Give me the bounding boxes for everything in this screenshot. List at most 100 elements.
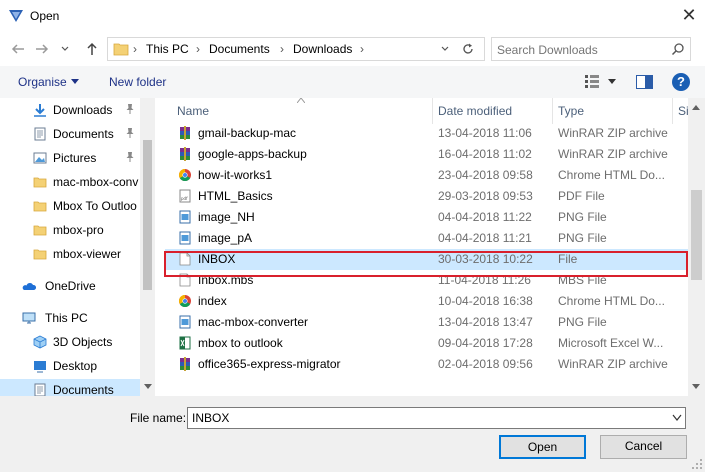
- file-type: WinRAR ZIP archive: [558, 126, 668, 140]
- file-type: Chrome HTML Do...: [558, 168, 665, 182]
- back-arrow-icon[interactable]: [10, 41, 26, 57]
- breadcrumb-separator: ›: [196, 42, 200, 56]
- file-row[interactable]: how-it-works1 23-04-2018 09:58 Chrome HTML…: [165, 165, 688, 186]
- file-row[interactable]: mbox to outlook 09-04-2018 17:28 Microsoft…: [165, 333, 688, 354]
- chevron-down-icon[interactable]: [70, 78, 80, 86]
- pin-icon[interactable]: [125, 127, 135, 142]
- breadcrumb-separator: ›: [360, 42, 364, 56]
- file-name: how-it-works1: [198, 168, 273, 182]
- file-type: Chrome HTML Do...: [558, 294, 665, 308]
- file-type: PDF File: [558, 189, 605, 203]
- chevron-up-icon[interactable]: [692, 104, 700, 110]
- organise-button[interactable]: Organise: [18, 75, 67, 89]
- file-type: PNG File: [558, 231, 607, 245]
- open-button-label: Open: [527, 440, 558, 454]
- sidebar-item-mbox-to-outloo[interactable]: Mbox To Outloo: [0, 195, 140, 217]
- file-row[interactable]: google-apps-backup 16-04-2018 11:02 WinRAR…: [165, 144, 688, 165]
- sidebar-item-desktop[interactable]: Desktop: [0, 355, 140, 377]
- address-dropdown-icon[interactable]: [440, 43, 450, 55]
- file-row[interactable]: image_NH 04-04-2018 11:22 PNG File: [165, 207, 688, 228]
- sidebar-item-pictures[interactable]: Pictures: [0, 147, 140, 169]
- file-type: WinRAR ZIP archive: [558, 357, 668, 371]
- file-type: WinRAR ZIP archive: [558, 147, 668, 161]
- winrar-icon: [178, 357, 192, 372]
- sidebar-scrollbar[interactable]: [140, 98, 155, 396]
- excel-icon: [178, 336, 192, 351]
- up-arrow-icon[interactable]: [84, 41, 100, 57]
- breadcrumb-this-pc[interactable]: This PC: [146, 42, 189, 56]
- sidebar-item-label: This PC: [45, 311, 88, 325]
- breadcrumb-downloads[interactable]: Downloads: [293, 42, 352, 56]
- file-name: HTML_Basics: [198, 189, 273, 203]
- file-date-modified: 09-04-2018 17:28: [438, 336, 533, 350]
- file-row[interactable]: image_pA 04-04-2018 11:21 PNG File: [165, 228, 688, 249]
- file-date-modified: 04-04-2018 11:22: [438, 210, 532, 224]
- sidebar-item-mbox-viewer[interactable]: mbox-viewer: [0, 243, 140, 265]
- sidebar-item-mbox-pro[interactable]: mbox-pro: [0, 219, 140, 241]
- file-row[interactable]: pdf HTML_Basics 29-03-2018 09:53 PDF File: [165, 186, 688, 207]
- file-row[interactable]: gmail-backup-mac 13-04-2018 11:06 WinRAR Z…: [165, 123, 688, 144]
- file-name: mac-mbox-converter: [198, 315, 309, 329]
- sidebar-item-label: Documents: [53, 127, 114, 141]
- cancel-button[interactable]: Cancel: [600, 435, 687, 459]
- help-icon[interactable]: ?: [672, 73, 690, 91]
- pin-icon[interactable]: [125, 103, 135, 118]
- file-row[interactable]: mac-mbox-converter 13-04-2018 13:47 PNG Fi…: [165, 312, 688, 333]
- chrome-icon: [178, 168, 192, 183]
- address-bar[interactable]: › This PC › Documents › Downloads ›: [107, 37, 485, 61]
- sidebar-item-onedrive[interactable]: OneDrive: [0, 275, 140, 297]
- chevron-down-icon[interactable]: [144, 384, 152, 390]
- search-box[interactable]: [491, 37, 691, 61]
- file-name: office365-express-migrator: [198, 357, 341, 371]
- 3d-objects-icon: [33, 335, 47, 349]
- sidebar-item-this-pc[interactable]: This PC: [0, 307, 140, 329]
- search-input[interactable]: [495, 40, 669, 60]
- file-date-modified: 29-03-2018 09:53: [438, 189, 533, 203]
- desktop-icon: [33, 359, 47, 373]
- pin-icon[interactable]: [125, 151, 135, 166]
- chevron-down-icon[interactable]: [60, 42, 70, 56]
- file-name: gmail-backup-mac: [198, 126, 297, 140]
- sidebar-item-3d-objects[interactable]: 3D Objects: [0, 331, 140, 353]
- file-name-value[interactable]: INBOX: [192, 411, 229, 425]
- window-title: Open: [30, 9, 60, 23]
- sidebar-item-documents[interactable]: Documents: [0, 379, 140, 396]
- view-options-icon[interactable]: [585, 75, 599, 88]
- file-list-scroll-thumb[interactable]: [691, 190, 702, 280]
- chevron-down-icon[interactable]: [692, 384, 700, 390]
- highlight-annotation: [164, 251, 688, 277]
- file-date-modified: 02-04-2018 09:56: [438, 357, 533, 371]
- sidebar-item-label: Pictures: [53, 151, 97, 165]
- file-row[interactable]: office365-express-migrator 02-04-2018 09:…: [165, 354, 688, 375]
- file-row[interactable]: index 10-04-2018 16:38 Chrome HTML Do...: [165, 291, 688, 312]
- forward-arrow-icon[interactable]: [34, 41, 50, 57]
- breadcrumb-documents[interactable]: Documents: [209, 42, 270, 56]
- search-icon[interactable]: [671, 42, 685, 56]
- cancel-button-label: Cancel: [624, 439, 663, 453]
- sort-ascending-icon: [297, 98, 305, 103]
- winrar-icon: [178, 126, 192, 141]
- new-folder-button[interactable]: New folder: [109, 75, 166, 89]
- sidebar-scroll-thumb[interactable]: [143, 140, 152, 290]
- file-list-scrollbar[interactable]: [688, 98, 705, 396]
- sidebar-item-label: mbox-viewer: [53, 247, 122, 261]
- resize-grip-icon[interactable]: [691, 458, 703, 470]
- file-name: image_pA: [198, 231, 253, 245]
- sidebar-item-label: Desktop: [53, 359, 98, 373]
- refresh-icon[interactable]: [461, 42, 475, 56]
- sidebar-item-label: mac-mbox-conv: [53, 175, 139, 189]
- close-icon[interactable]: ✕: [680, 6, 698, 24]
- file-date-modified: 13-04-2018 13:47: [438, 315, 533, 329]
- open-button[interactable]: Open: [499, 435, 586, 459]
- chrome-icon: [178, 294, 192, 309]
- file-name-field[interactable]: INBOX: [187, 407, 686, 429]
- preview-pane-icon[interactable]: [636, 75, 653, 89]
- sidebar-item-documents[interactable]: Documents: [0, 123, 140, 145]
- chevron-down-icon[interactable]: [672, 414, 682, 422]
- pictures-icon: [33, 151, 47, 165]
- winrar-icon: [178, 147, 192, 162]
- sidebar-item-mac-mbox-conv[interactable]: mac-mbox-conv: [0, 171, 140, 193]
- file-type: PNG File: [558, 315, 607, 329]
- chevron-down-icon[interactable]: [607, 78, 617, 86]
- sidebar-item-downloads[interactable]: Downloads: [0, 99, 140, 121]
